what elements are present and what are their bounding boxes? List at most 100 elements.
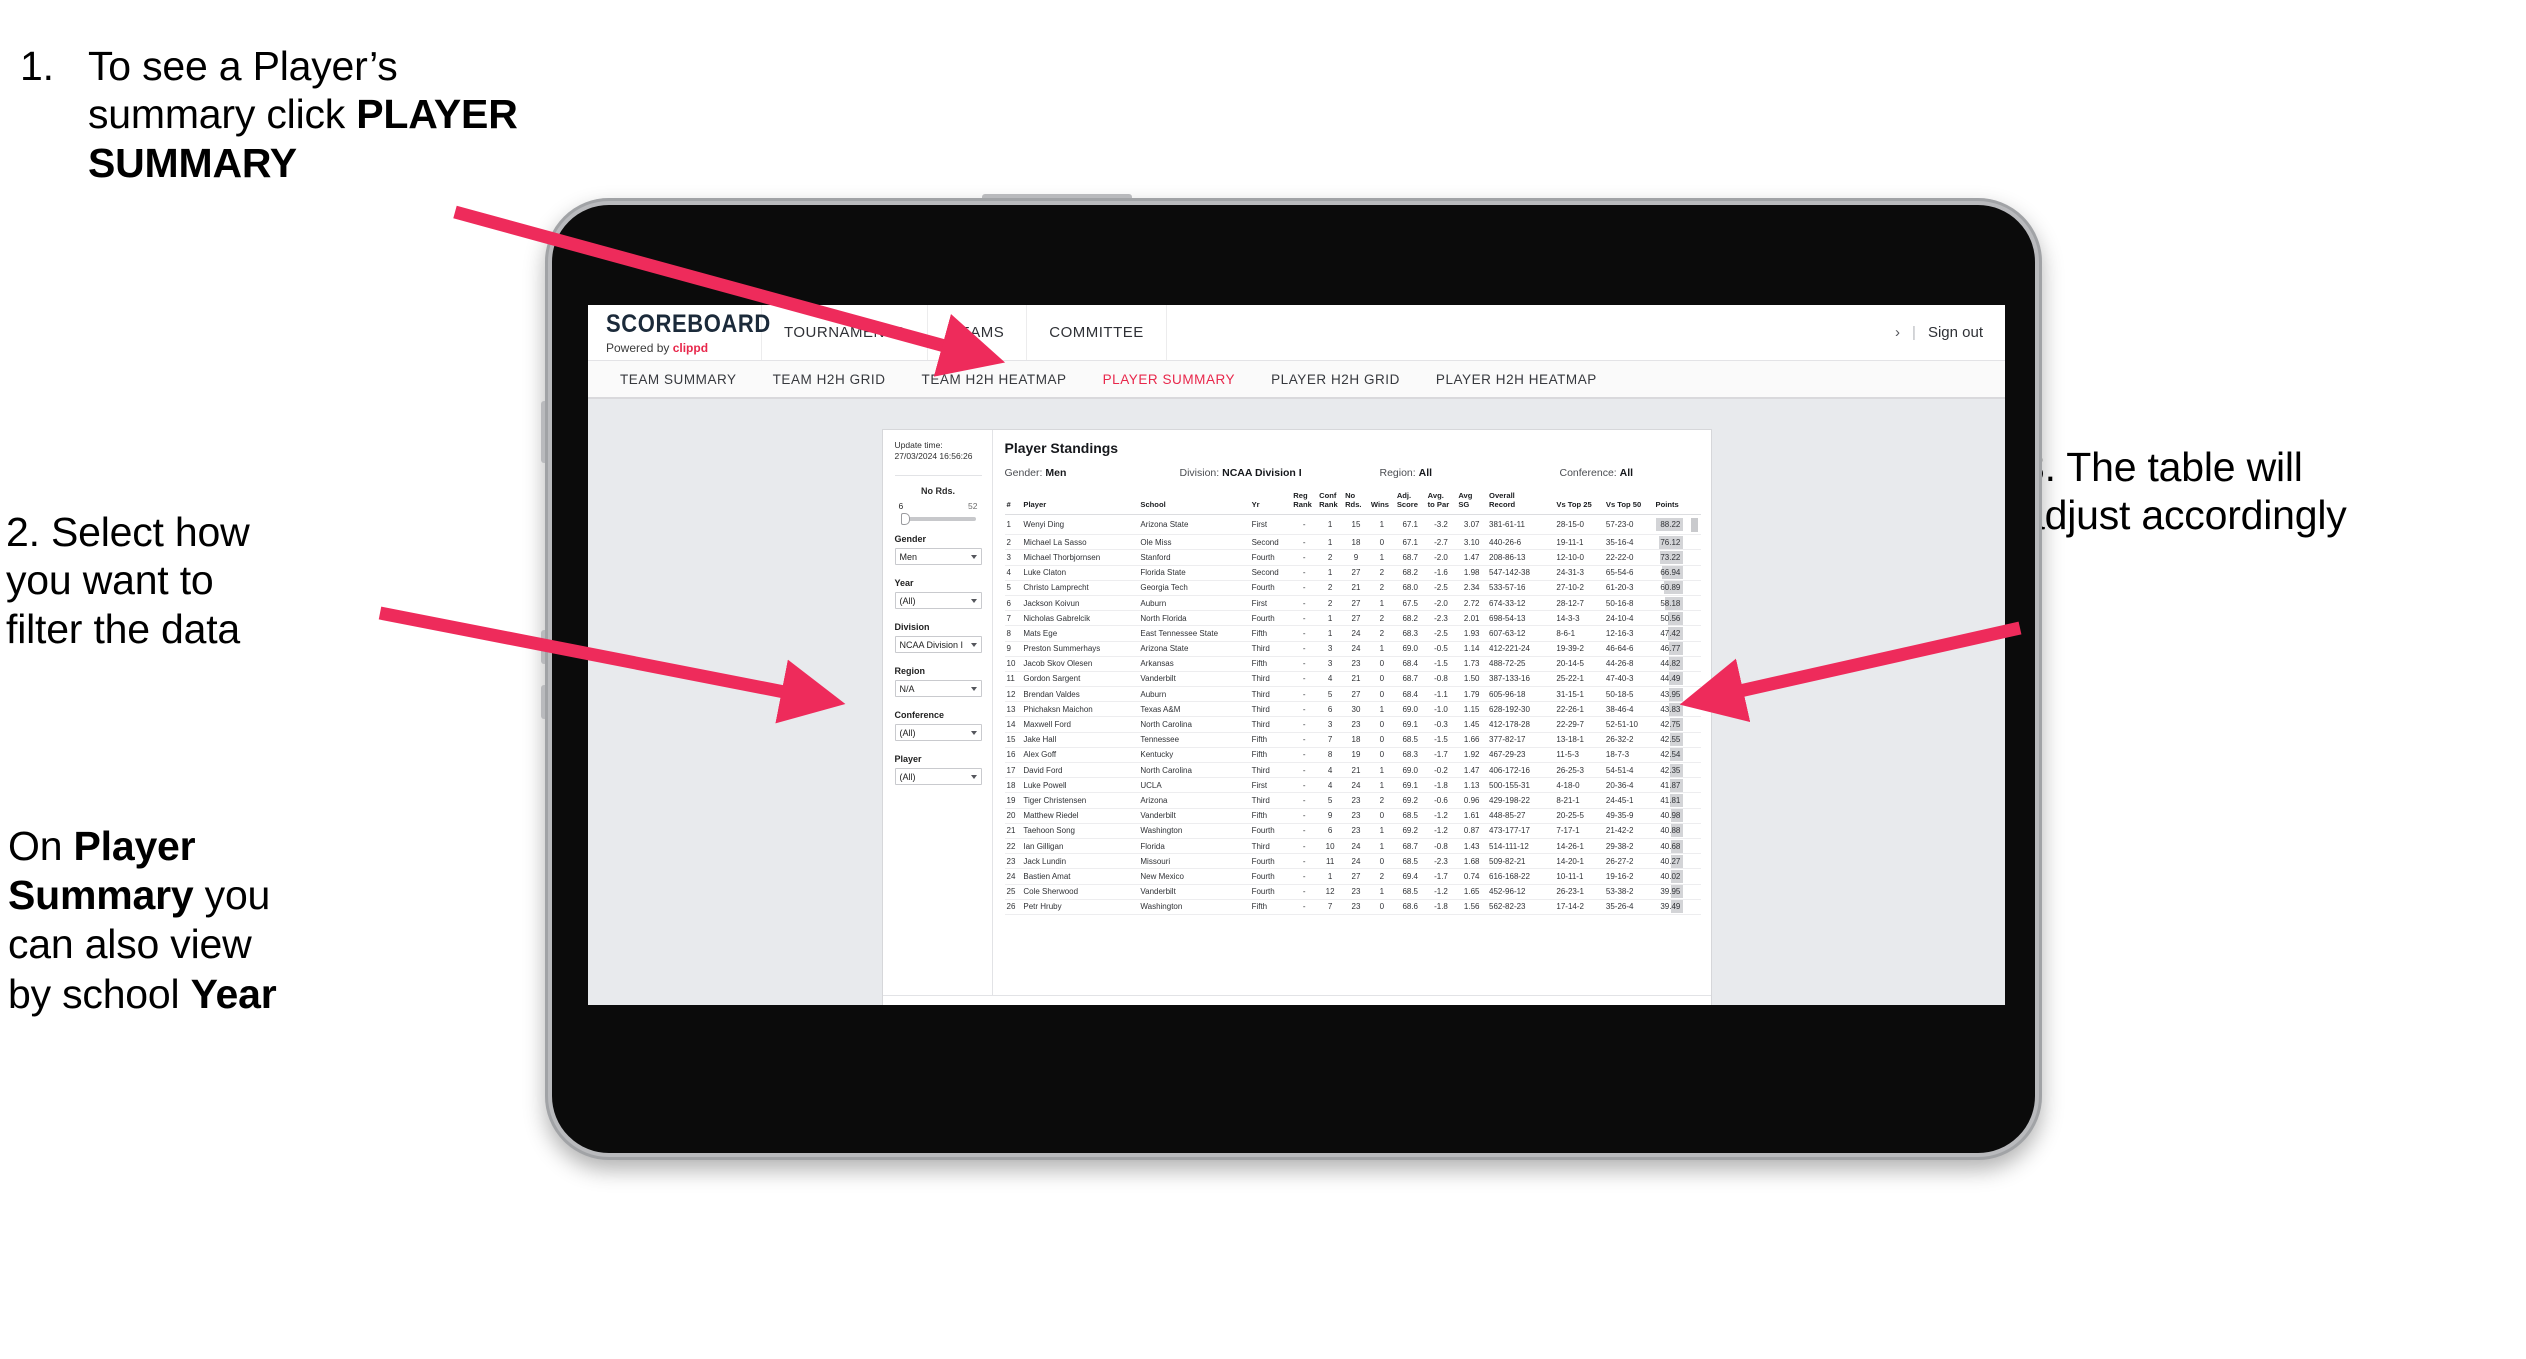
table-row[interactable]: 13 Phichaksn Maichon Texas A&M Third -6 30 1 69… xyxy=(1004,701,1701,718)
table-row[interactable]: 6 Jackson Koivun Auburn First -2 27 1 67.5 -2.0 2… xyxy=(1004,595,1701,612)
tab-player-h2h-heatmap[interactable]: PLAYER H2H HEATMAP xyxy=(1418,372,1615,387)
header-divider: | xyxy=(1912,324,1916,341)
download-icon[interactable]: ⭳ xyxy=(1619,1002,1622,1006)
filter-player-select[interactable]: (All) xyxy=(894,767,982,785)
cell-avg-to-par: -2.5 xyxy=(1425,625,1457,642)
table-row[interactable]: 17 David Ford North Carolina Third -4 21 1 69.0… xyxy=(1004,762,1701,779)
col-avg-sg[interactable]: Avg SG xyxy=(1456,488,1488,515)
table-row[interactable]: 10 Jacob Skov Olesen Arkansas Fifth -3 23 0 68.… xyxy=(1004,656,1701,672)
scroll-spacer xyxy=(1687,838,1701,855)
cell-adj-score: 69.0 xyxy=(1394,762,1426,779)
table-row[interactable]: 22 Ian Gilligan Florida Third -10 24 1 68.7 -0.8… xyxy=(1004,838,1701,855)
table-row[interactable]: 26 Petr Hruby Washington Fifth -7 23 0 68.6 -1.8… xyxy=(1004,899,1701,915)
table-row[interactable]: 8 Mats Ege East Tennessee State Fifth -1 24 2 6… xyxy=(1004,625,1701,642)
filter-year-select[interactable]: (All) xyxy=(894,591,982,609)
watch-icon[interactable]: ◎ xyxy=(1508,1004,1516,1005)
no-rounds-slider-handle[interactable] xyxy=(900,512,910,525)
table-row[interactable]: 4 Luke Claton Florida State Second -1 27 2 68.2… xyxy=(1004,565,1701,581)
view-label[interactable]: View: Original xyxy=(1132,1005,1192,1006)
col-adj-score[interactable]: Adj. Score xyxy=(1394,488,1426,515)
col-vs-top-50[interactable]: Vs Top 50 xyxy=(1603,488,1654,515)
table-row[interactable]: 3 Michael Thorbjornsen Stanford Fourth -2 9 1 6… xyxy=(1004,549,1701,566)
nav-tab-teams[interactable]: TEAMS xyxy=(927,305,1028,360)
tab-player-summary[interactable]: PLAYER SUMMARY xyxy=(1085,372,1253,387)
col-reg-rank[interactable]: Reg Rank xyxy=(1291,488,1318,515)
brand-logo[interactable]: SCOREBOARD Powered by clippd xyxy=(588,305,770,360)
tab-team-summary[interactable]: TEAM SUMMARY xyxy=(602,372,755,387)
col-yr[interactable]: Yr xyxy=(1249,488,1292,515)
pause-auto-update-icon[interactable]: ⏻ xyxy=(977,1004,987,1006)
col-conf-rank[interactable]: Conf Rank xyxy=(1317,488,1344,515)
table-row[interactable]: 7 Nicholas Gabrelcik North Florida Fourth -1… xyxy=(1004,610,1701,627)
fullscreen-icon[interactable]: ⛶ xyxy=(1636,1004,1642,1005)
nav-tab-tournaments[interactable]: TOURNAMENTS xyxy=(761,305,929,360)
points-value: 88.22 xyxy=(1660,520,1681,530)
chevron-down-icon xyxy=(970,554,977,559)
cell-conf-rank: 4 xyxy=(1317,762,1344,779)
table-row[interactable]: 16 Alex Goff Kentucky Fifth -8 19 0 68.3 -1.7 1.9… xyxy=(1004,747,1701,764)
filter-region[interactable]: Region N/A xyxy=(894,666,982,697)
filter-gender[interactable]: Gender Men xyxy=(894,534,982,565)
col-points[interactable]: Points xyxy=(1653,488,1688,515)
points-value: 40.88 xyxy=(1660,826,1681,836)
alerts-icon[interactable]: ☉ xyxy=(1057,1004,1068,1006)
no-rounds-slider-track[interactable] xyxy=(900,512,976,525)
col-overall-record[interactable]: Overall Record xyxy=(1487,488,1555,515)
watch-caret-icon[interactable]: ▾ xyxy=(1569,1004,1574,1005)
cell-avg-sg: 0.87 xyxy=(1456,823,1488,839)
col-avg-to-par[interactable]: Avg. to Par xyxy=(1425,488,1457,515)
table-row[interactable]: 1 Wenyi Ding Arizona State First -1 15 1 67.1 -3… xyxy=(1004,514,1701,536)
filter-conference[interactable]: Conference (All) xyxy=(894,710,982,741)
cell-school: Georgia Tech xyxy=(1138,580,1250,596)
table-row[interactable]: 21 Taehoon Song Washington Fourth -6 23 1 69.2-… xyxy=(1004,823,1701,839)
col-player[interactable]: Player xyxy=(1021,488,1139,515)
table-row[interactable]: 20 Matthew Riedel Vanderbilt Fifth -9 23 0 68.5… xyxy=(1004,808,1701,824)
redo-icon[interactable]: ↷ xyxy=(914,1004,924,1006)
revert-icon[interactable]: ↺ xyxy=(935,1004,945,1006)
table-row[interactable]: 25 Cole Sherwood Vanderbilt Fourth -12 23 1 68.… xyxy=(1004,884,1701,900)
filter-region-select[interactable]: N/A xyxy=(894,679,982,697)
filter-conference-select[interactable]: (All) xyxy=(894,723,982,741)
tab-player-h2h-grid[interactable]: PLAYER H2H GRID xyxy=(1253,372,1418,387)
col-no-rds[interactable]: No Rds. xyxy=(1343,488,1369,515)
table-row[interactable]: 23 Jack Lundin Missouri Fourth -11 24 0 68.5 -2.… xyxy=(1004,853,1701,870)
filter-player[interactable]: Player (All) xyxy=(894,754,982,785)
table-row[interactable]: 5 Christo Lamprecht Georgia Tech Fourth -2 21… xyxy=(1004,580,1701,596)
filter-gender-select[interactable]: Men xyxy=(894,547,982,565)
share-icon[interactable]: ❮ xyxy=(1655,1004,1663,1005)
table-row[interactable]: 24 Bastien Amat New Mexico Fourth -1 27 2 69.4-… xyxy=(1004,868,1701,885)
filter-division[interactable]: Division NCAA Division I xyxy=(894,622,982,653)
filter-year[interactable]: Year (All) xyxy=(894,578,982,609)
table-row[interactable]: 14 Maxwell Ford North Carolina Third -3 23 0 69… xyxy=(1004,716,1701,733)
view-icon[interactable]: ▦ xyxy=(1110,1004,1121,1006)
device-layout-icon[interactable]: ▭▾ xyxy=(997,1004,1014,1006)
watch-label[interactable]: Watch xyxy=(1529,1005,1556,1006)
table-row[interactable]: 2 Michael La Sasso Ole Miss Second -1 18 0 67.1… xyxy=(1004,534,1701,551)
cell-vs-top-50: 46-64-6 xyxy=(1603,641,1654,657)
annotation-3-prefix: On xyxy=(8,823,74,869)
refresh-data-icon[interactable]: ⚭ xyxy=(956,1004,966,1006)
tab-team-h2h-grid[interactable]: TEAM H2H GRID xyxy=(755,372,904,387)
table-scrollbar-thumb[interactable] xyxy=(1691,517,1699,532)
table-row[interactable]: 12 Brendan Valdes Auburn Third -5 27 0 68.4 -1.1… xyxy=(1004,686,1701,703)
table-row[interactable]: 19 Tiger Christensen Arizona Third -5 23 2 69.2… xyxy=(1004,792,1701,809)
col-rank[interactable]: # xyxy=(1004,488,1022,515)
filter-division-select[interactable]: NCAA Division I xyxy=(894,635,982,653)
sign-out-link[interactable]: Sign out xyxy=(1928,324,1983,341)
table-row[interactable]: 9 Preston Summerhays Arizona State Third -3 2… xyxy=(1004,641,1701,657)
share-label[interactable]: Share xyxy=(1675,1005,1700,1006)
cell-vs-top-50: 21-42-2 xyxy=(1603,823,1654,839)
cell-no-rds: 23 xyxy=(1343,716,1369,733)
col-vs-top-25[interactable]: Vs Top 25 xyxy=(1554,488,1604,515)
account-chevron-icon[interactable]: › xyxy=(1895,324,1900,341)
tab-team-h2h-heatmap[interactable]: TEAM H2H HEATMAP xyxy=(904,372,1085,387)
table-row[interactable]: 15 Jake Hall Tennessee Fifth -7 18 0 68.5 -1.5 1.… xyxy=(1004,732,1701,748)
col-wins[interactable]: Wins xyxy=(1368,488,1395,515)
col-school[interactable]: School xyxy=(1138,488,1250,515)
app-header: SCOREBOARD Powered by clippd TOURNAMENTS… xyxy=(588,305,2005,361)
table-row[interactable]: 18 Luke Powell UCLA First -4 24 1 69.1 -1.8 1.13 5… xyxy=(1004,777,1701,794)
undo-icon[interactable]: ↶ xyxy=(893,1004,903,1006)
nav-tab-committee[interactable]: COMMITTEE xyxy=(1026,305,1167,360)
table-row[interactable]: 11 Gordon Sargent Vanderbilt Third -4 21 0 68.7… xyxy=(1004,671,1701,688)
filter-no-rounds[interactable]: No Rds. 6 52 xyxy=(895,486,982,525)
